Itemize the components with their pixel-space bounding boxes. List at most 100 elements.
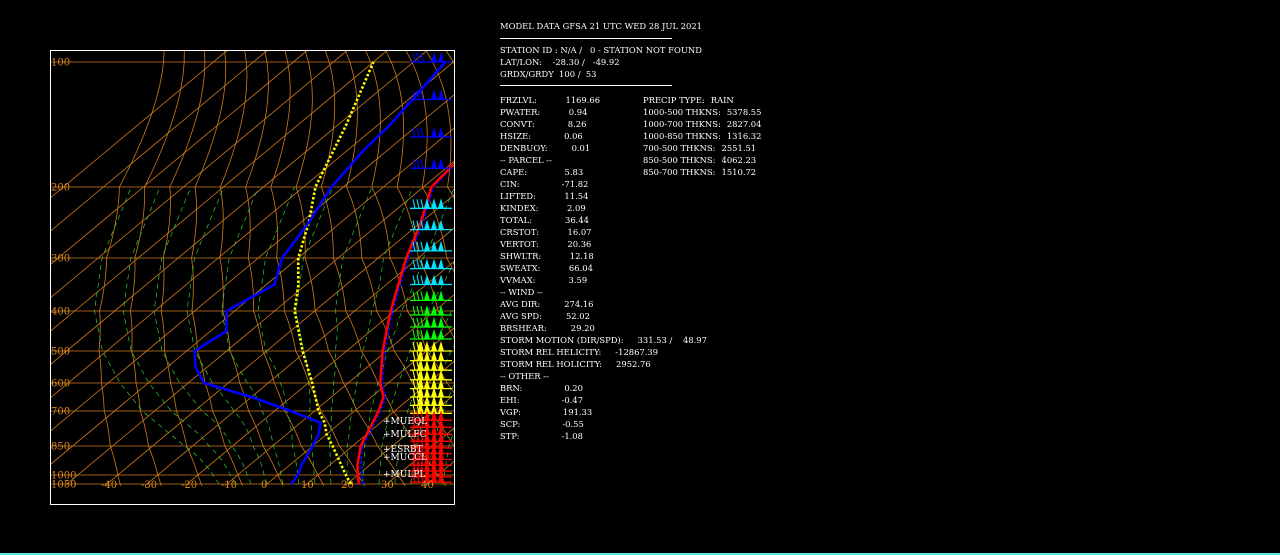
wind-barb-feather — [420, 291, 424, 301]
index-label: CIN: — [500, 179, 520, 189]
index-label: 850-700 THKNS: — [643, 167, 716, 177]
index-value: 2952.76 — [616, 359, 651, 369]
wind-barb — [410, 369, 452, 381]
index-label: SCP: — [500, 419, 521, 429]
index-row: 700-500 THKNS: 2551.51 — [643, 142, 756, 154]
index-row: -- OTHER -- — [500, 370, 559, 382]
index-row: PWATER: 0.94 — [500, 106, 587, 118]
index-row: STP: -1.08 — [500, 430, 583, 442]
index-label: HSIZE: — [500, 131, 532, 141]
temperature-tick-label: -40 — [101, 480, 117, 491]
index-row: 850-500 THKNS: 4062.23 — [643, 154, 756, 166]
index-value: 5.83 — [564, 167, 584, 177]
index-row: CRSTOT: 16.07 — [500, 226, 592, 238]
wind-barb-flag — [438, 240, 444, 251]
index-row: STORM REL HELICITY: -12867.39 — [500, 346, 658, 358]
wind-barb-feather — [412, 341, 416, 352]
wind-barb-flag — [431, 329, 437, 339]
index-label: -- OTHER -- — [500, 371, 549, 381]
wind-barb-feather — [416, 305, 420, 316]
index-label: CONVT: — [500, 119, 535, 129]
index-label: DENBUOY: — [500, 143, 548, 153]
index-row: DENBUOY: 0.01 — [500, 142, 590, 154]
index-value: 274.16 — [564, 299, 594, 309]
wind-barb — [410, 317, 452, 328]
grid-xy: GRDX/GRDY 100 / 53 — [500, 69, 597, 79]
wind-barb-feather — [416, 275, 420, 285]
index-value: 12.18 — [569, 251, 594, 261]
index-row: AVG SPD: 52.02 — [500, 310, 590, 322]
wind-barb — [410, 52, 452, 63]
index-value: 0.94 — [568, 107, 588, 117]
index-row: -- WIND -- — [500, 286, 558, 298]
wind-barb-flag — [431, 127, 437, 137]
index-label: VGP: — [500, 407, 521, 417]
index-label: 850-500 THKNS: — [643, 155, 716, 165]
pressure-tick-label: 400 — [51, 307, 70, 318]
wind-barb-flag — [438, 369, 444, 380]
wind-barb-feather — [420, 305, 424, 316]
index-value: 2.09 — [567, 203, 586, 213]
wind-barb — [410, 329, 452, 340]
index-value: 16.07 — [567, 227, 592, 237]
index-value: 11.54 — [564, 191, 589, 201]
moist-adiabat-line — [186, 186, 268, 485]
divider — [500, 85, 672, 86]
wind-barb-feather — [416, 127, 420, 138]
index-value: -1.08 — [561, 431, 583, 441]
index-row: 1000-700 THKNS: 2827.04 — [643, 118, 761, 130]
wind-barb-flag — [438, 341, 444, 351]
wind-barb-flag — [424, 305, 430, 315]
pressure-tick-label: 500 — [51, 347, 70, 358]
index-value: 4062.23 — [721, 155, 757, 165]
index-value: 331.53 / 48.97 — [637, 335, 707, 345]
index-value: 5378.55 — [726, 107, 762, 117]
wind-barb-flag — [424, 360, 430, 371]
index-value: 2827.04 — [726, 119, 762, 129]
index-label: 700-500 THKNS: — [643, 143, 716, 153]
wind-barb-flag — [424, 369, 430, 380]
temperature-tick-label: -10 — [221, 480, 237, 491]
wind-barb-feather — [420, 127, 424, 138]
index-value: -12867.39 — [615, 347, 659, 357]
index-label: BRN: — [500, 383, 523, 393]
wind-barb-flag — [424, 290, 430, 301]
index-row: STORM MOTION (DIR/SPD): 331.53 / 48.97 — [500, 334, 707, 346]
index-value: 191.33 — [562, 407, 593, 417]
index-value: 66.04 — [568, 263, 593, 273]
wind-barb-feather — [420, 159, 424, 169]
model-title: MODEL DATA GFSA 21 UTC WED 28 JUL 2021 — [500, 21, 702, 31]
wind-barb-flag — [431, 240, 437, 251]
index-label: SHWLTR: — [500, 251, 542, 261]
dry-adiabat-line — [191, 50, 243, 486]
wind-barb-flag — [431, 369, 437, 380]
pressure-tick-label: 600 — [51, 379, 70, 390]
index-value: 1169.66 — [565, 95, 601, 105]
skew-t-chart: +MUEQL +MULFC +ESRBT +MUCCL +MULPL 100 200 300 4… — [50, 50, 455, 505]
index-label: STP: — [500, 431, 520, 441]
index-label: PRECIP TYPE: — [643, 95, 705, 105]
index-label: VVMAX: — [500, 275, 536, 285]
wind-barb-flag — [424, 240, 430, 251]
index-row: KINDEX: 2.09 — [500, 202, 586, 214]
index-label: 1000-850 THKNS: — [643, 131, 721, 141]
index-value: 2551.51 — [721, 143, 757, 153]
station-id: STATION ID : N/A / 0 - STATION NOT FOUND — [500, 45, 702, 55]
level-label: +MULPL — [383, 470, 425, 480]
index-label: KINDEX: — [500, 203, 539, 213]
index-value: 0.01 — [571, 143, 591, 153]
wind-barb-feather — [420, 199, 424, 209]
wind-barb-flag — [438, 305, 444, 315]
index-row: VGP: 191.33 — [500, 406, 592, 418]
index-label: EHI: — [500, 395, 520, 405]
wind-barb — [410, 290, 452, 302]
wind-barb-feather — [412, 317, 416, 328]
wind-barb-feather — [420, 275, 424, 285]
moist-adiabat-line — [153, 186, 252, 485]
index-row: CAPE: 5.83 — [500, 166, 583, 178]
temperature-tick-label: -20 — [181, 480, 197, 491]
index-row: 1000-850 THKNS: 1316.32 — [643, 130, 761, 142]
level-label: +MULFC — [383, 430, 427, 440]
index-row: SCP: -0.55 — [500, 418, 584, 430]
wind-barb-flag — [438, 127, 444, 137]
